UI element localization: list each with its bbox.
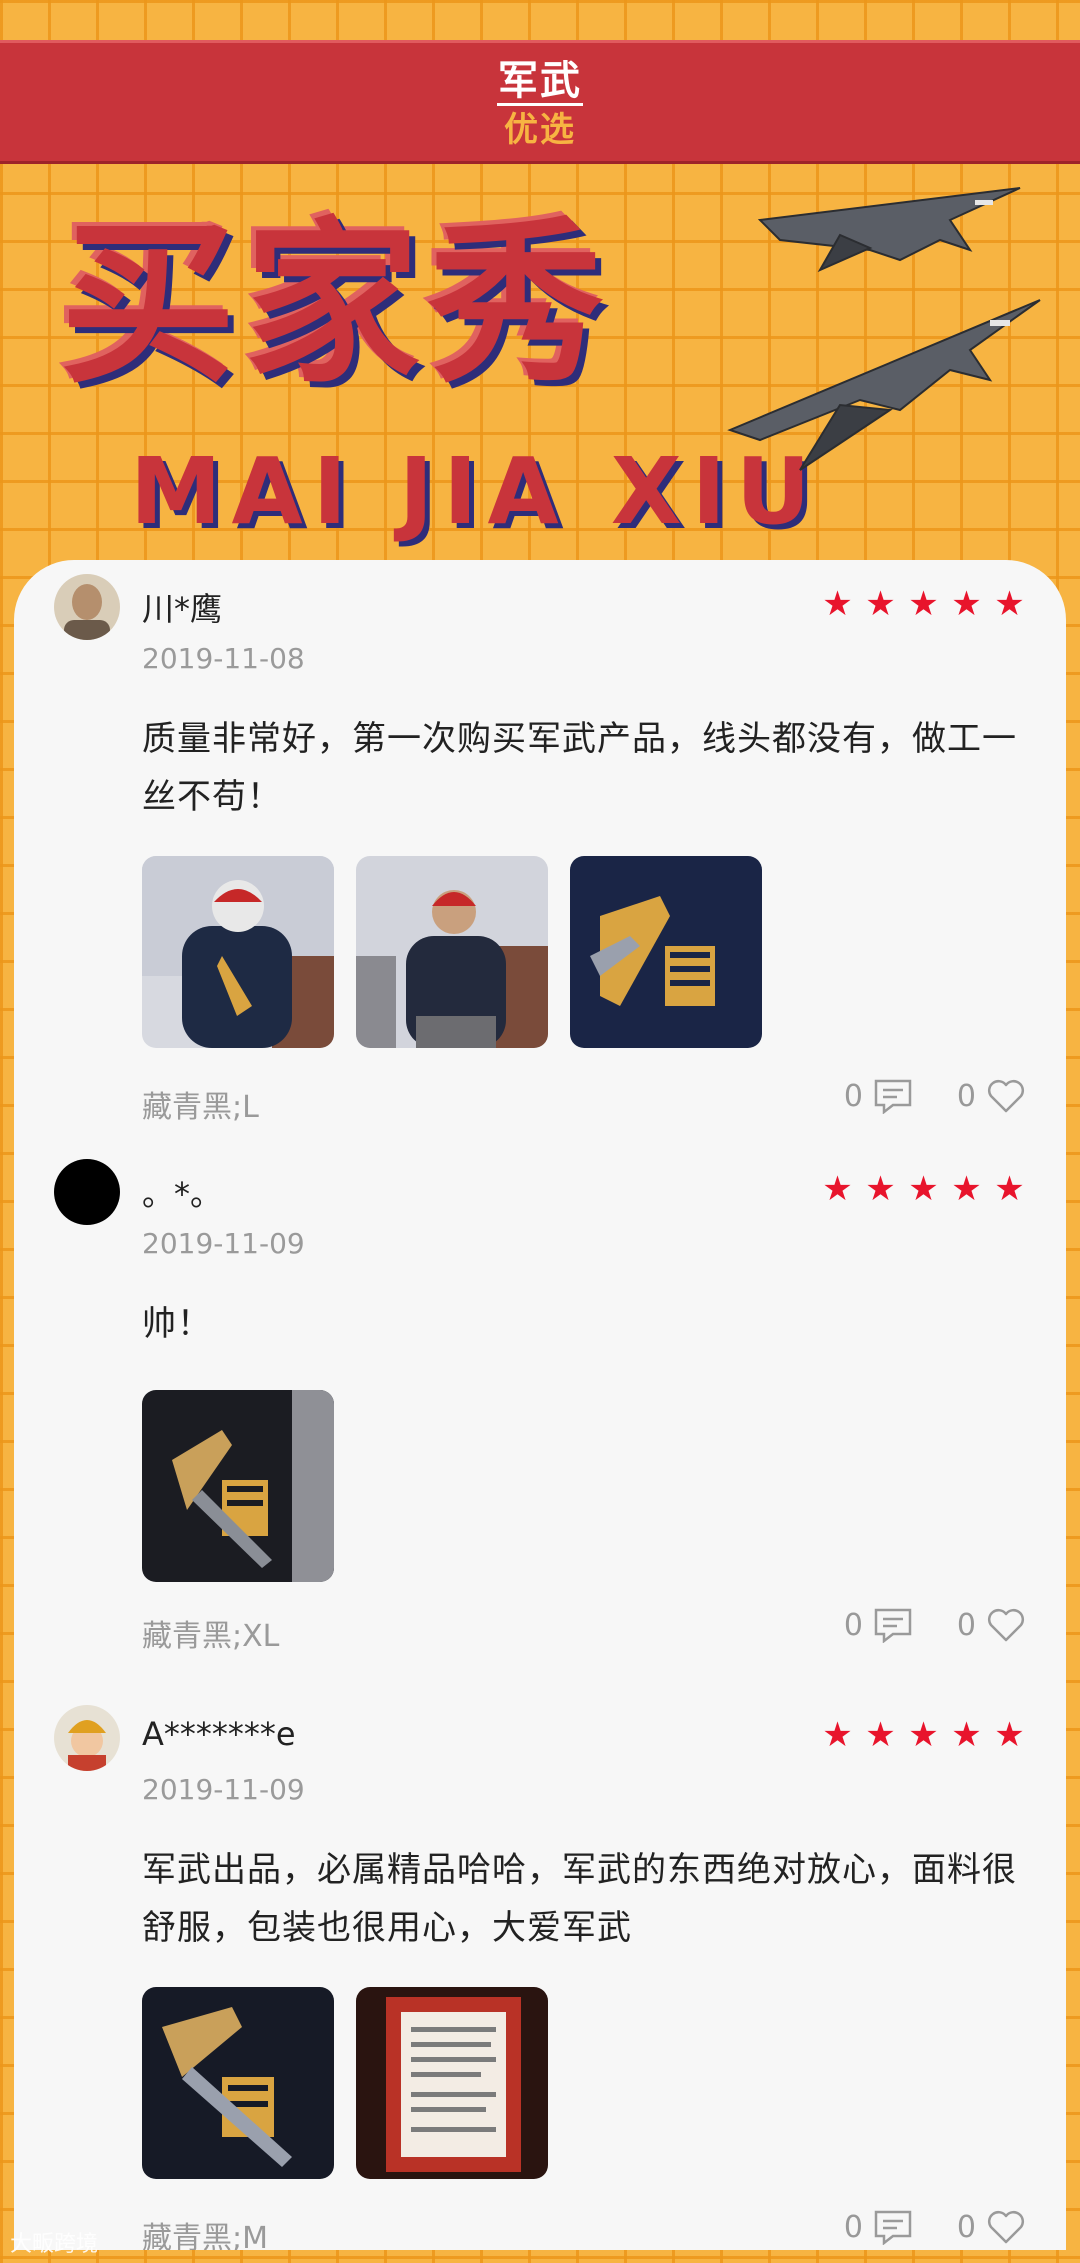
comment-count: 0 xyxy=(843,1607,863,1643)
heart-icon xyxy=(988,1080,1024,1113)
review-actions: 0 0 xyxy=(844,2209,1026,2245)
star-icon: ★ xyxy=(951,1169,982,1209)
star-icon: ★ xyxy=(822,1715,853,1755)
star-icon: ★ xyxy=(994,1715,1025,1755)
avatar[interactable] xyxy=(54,1159,120,1225)
star-icon: ★ xyxy=(822,584,853,624)
heart-icon xyxy=(988,2211,1024,2244)
star-icon: ★ xyxy=(865,584,896,624)
username: 。*。 xyxy=(142,1175,223,1213)
print-closeup-photo[interactable] xyxy=(570,856,762,1048)
review-actions: 0 0 xyxy=(844,1078,1026,1114)
product-variant: 藏青黑;XL xyxy=(142,1619,280,1654)
review-date: 2019-11-09 xyxy=(142,1227,305,1260)
rating-stars: ★ ★ ★ ★ ★ xyxy=(821,1715,1026,1755)
heart-icon xyxy=(988,1609,1024,1642)
jet-icon xyxy=(727,187,1041,471)
like-button[interactable]: 0 xyxy=(957,2209,1026,2245)
package-card-photo[interactable] xyxy=(356,1987,548,2179)
comment-count: 0 xyxy=(843,1078,863,1114)
page-title: 买家秀 xyxy=(60,202,613,407)
review-photos xyxy=(142,1390,334,1582)
brand-top: 军武 xyxy=(498,58,582,104)
comment-count: 0 xyxy=(843,2209,863,2245)
print-detail-photo[interactable] xyxy=(142,1987,334,2179)
star-icon: ★ xyxy=(865,1169,896,1209)
page-title-pinyin: MAI JIA XIU xyxy=(130,438,821,545)
star-icon: ★ xyxy=(908,1715,939,1755)
like-count: 0 xyxy=(956,2209,976,2245)
star-icon: ★ xyxy=(951,1715,982,1755)
review-date: 2019-11-08 xyxy=(142,642,305,675)
watermark: 大畈跨境 xyxy=(10,2232,99,2257)
username: A*******e xyxy=(142,1715,296,1753)
review-text: 帅！ xyxy=(142,1304,212,1344)
front-view-photo[interactable] xyxy=(356,856,548,1048)
brand-logo: 军武 优选 xyxy=(0,61,1080,150)
comment-button[interactable]: 0 xyxy=(844,2209,913,2245)
review-text: 质量非常好，第一次购买军武产品，线头都没有，做工一丝不苟！ xyxy=(142,719,1017,817)
star-icon: ★ xyxy=(994,1169,1025,1209)
avatar[interactable] xyxy=(54,574,120,640)
like-button[interactable]: 0 xyxy=(957,1078,1026,1114)
shirt-print-photo[interactable] xyxy=(142,1390,334,1582)
rating-stars: ★ ★ ★ ★ ★ xyxy=(821,1169,1026,1209)
back-view-photo[interactable] xyxy=(142,856,334,1048)
review-photos xyxy=(142,1987,548,2179)
like-count: 0 xyxy=(956,1078,976,1114)
star-icon: ★ xyxy=(865,1715,896,1755)
avatar[interactable] xyxy=(54,1705,120,1771)
username: 川*鹰 xyxy=(142,590,223,628)
header-banner: 军武 优选 xyxy=(0,40,1080,164)
brand-bottom: 优选 xyxy=(504,110,576,150)
review-text: 军武出品，必属精品哈哈，军武的东西绝对放心，面料很舒服，包装也很用心，大爱军武 xyxy=(142,1850,1017,1948)
star-icon: ★ xyxy=(822,1169,853,1209)
comment-button[interactable]: 0 xyxy=(844,1078,913,1114)
reviews-card: 川*鹰 ★ ★ ★ ★ ★ 2019-11-08 质量非常好，第一次购买军武产品… xyxy=(14,560,1066,2250)
like-button[interactable]: 0 xyxy=(957,1607,1026,1643)
comment-icon xyxy=(874,1608,912,1643)
comment-icon xyxy=(874,2210,912,2245)
like-count: 0 xyxy=(956,1607,976,1643)
rating-stars: ★ ★ ★ ★ ★ xyxy=(821,584,1026,624)
review-actions: 0 0 xyxy=(844,1607,1026,1643)
star-icon: ★ xyxy=(951,584,982,624)
comment-button[interactable]: 0 xyxy=(844,1607,913,1643)
product-variant: 藏青黑;M xyxy=(142,2221,268,2250)
star-icon: ★ xyxy=(994,584,1025,624)
comment-icon xyxy=(874,1079,912,1114)
review-date: 2019-11-09 xyxy=(142,1773,305,1806)
star-icon: ★ xyxy=(908,584,939,624)
review-photos xyxy=(142,856,762,1048)
star-icon: ★ xyxy=(908,1169,939,1209)
product-variant: 藏青黑;L xyxy=(142,1090,259,1125)
